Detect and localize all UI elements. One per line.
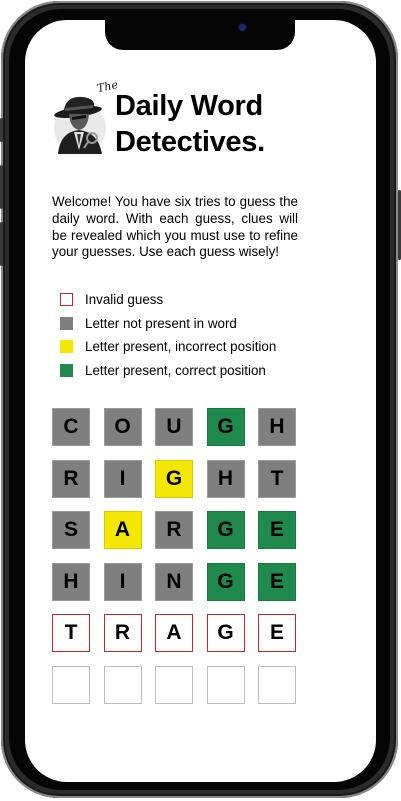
- letter-tile[interactable]: [155, 665, 193, 704]
- letter-tile[interactable]: [52, 665, 90, 704]
- legend-label: Letter present, incorrect position: [85, 339, 277, 355]
- legend: Invalid guess Letter not present in word…: [60, 288, 276, 382]
- guess-row: TRAGE: [52, 614, 296, 652]
- side-button-volume-up: [0, 165, 3, 209]
- guess-row: SARGE: [52, 511, 296, 549]
- letter-tile: I: [103, 562, 142, 601]
- legend-item-correct-position: Letter present, correct position: [60, 359, 276, 383]
- letter-tile: N: [155, 562, 193, 601]
- letter-tile: U: [155, 408, 193, 446]
- gray-swatch: [60, 316, 73, 330]
- page-title: Daily Word Detectives.: [115, 90, 265, 158]
- letter-tile: E: [258, 614, 296, 652]
- camera-icon: [239, 24, 246, 31]
- letter-tile: I: [103, 459, 142, 498]
- guess-row: COUGH: [52, 408, 296, 446]
- detective-icon: [52, 92, 108, 154]
- letter-tile: G: [206, 562, 245, 601]
- letter-tile[interactable]: [258, 665, 296, 704]
- letter-tile: R: [155, 511, 193, 549]
- legend-item-incorrect-position: Letter present, incorrect position: [60, 335, 276, 359]
- app-header: The Daily Word Detectives.: [52, 78, 312, 180]
- letter-tile[interactable]: [103, 665, 142, 704]
- guess-row: HINGE: [52, 562, 296, 601]
- legend-label: Letter present, correct position: [85, 362, 266, 378]
- game-board: COUGHRIGHTSARGEHINGETRAGE: [52, 408, 296, 717]
- letter-tile: R: [103, 614, 142, 652]
- letter-tile: R: [52, 459, 90, 498]
- letter-tile: H: [52, 562, 90, 601]
- letter-tile: A: [103, 511, 142, 549]
- letter-tile: G: [206, 511, 245, 549]
- green-swatch: [60, 363, 73, 377]
- letter-tile[interactable]: [206, 665, 245, 704]
- letter-tile: H: [258, 408, 296, 446]
- yellow-swatch: [60, 340, 73, 354]
- letter-tile: T: [52, 614, 90, 652]
- letter-tile: G: [206, 614, 245, 652]
- notch: [105, 20, 295, 50]
- letter-tile: H: [206, 459, 245, 498]
- side-button-silent: [0, 118, 3, 142]
- legend-item-not-present: Letter not present in word: [60, 312, 276, 336]
- letter-tile: S: [52, 511, 90, 549]
- legend-label: Invalid guess: [85, 292, 164, 308]
- phone-screen: The Daily Word Detectives. Welcome! You …: [25, 20, 376, 782]
- guess-row: RIGHT: [52, 459, 296, 498]
- legend-label: Letter not present in word: [85, 315, 237, 331]
- side-button-volume-down: [0, 222, 3, 266]
- letter-tile: E: [258, 562, 296, 601]
- letter-tile: G: [206, 408, 245, 446]
- letter-tile: T: [258, 459, 296, 498]
- letter-tile: O: [103, 408, 142, 446]
- letter-tile: C: [52, 408, 90, 446]
- letter-tile: E: [258, 511, 296, 549]
- letter-tile: G: [155, 459, 193, 498]
- guess-row: [52, 665, 296, 704]
- intro-text: Welcome! You have six tries to guess the…: [52, 194, 298, 260]
- legend-item-invalid: Invalid guess: [60, 288, 276, 312]
- letter-tile: A: [155, 614, 193, 652]
- invalid-swatch: [60, 293, 73, 307]
